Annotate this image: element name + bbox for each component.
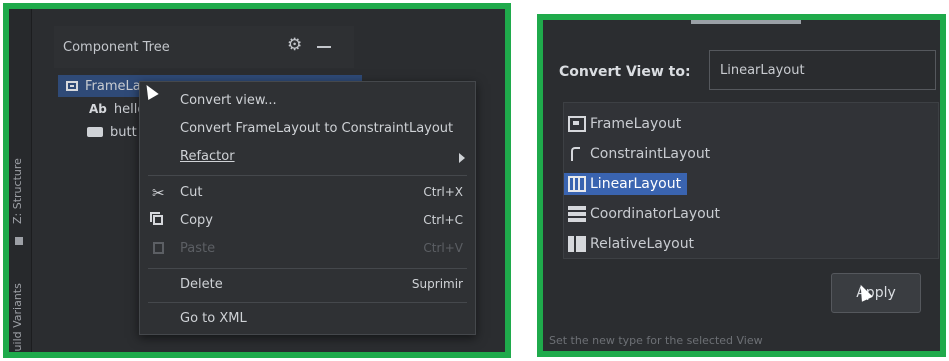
constraintlayout-icon bbox=[568, 146, 586, 162]
framelayout-icon bbox=[568, 116, 586, 132]
status-text: Set the new type for the selected View bbox=[549, 334, 763, 347]
menu-item-label: Copy bbox=[180, 213, 213, 228]
gear-icon[interactable]: ⚙ bbox=[287, 35, 302, 55]
linearlayout-icon bbox=[568, 176, 586, 192]
menu-separator bbox=[148, 175, 467, 176]
menu-item-label: Convert view... bbox=[180, 93, 277, 108]
menu-item-convert-view[interactable]: Convert view... bbox=[140, 88, 475, 114]
menu-item-shortcut: Ctrl+V bbox=[423, 241, 463, 255]
tree-item-label: FrameLa bbox=[85, 78, 141, 94]
submenu-arrow-icon bbox=[459, 153, 465, 163]
menu-item-label: Cut bbox=[180, 185, 203, 200]
menu-separator bbox=[148, 302, 467, 303]
list-item-relativelayout[interactable]: RelativeLayout bbox=[564, 233, 700, 255]
button-icon bbox=[87, 127, 103, 137]
convert-view-dialog: Convert View to: LinearLayout FrameLayou… bbox=[537, 14, 946, 357]
view-type-list: FrameLayout ConstraintLayout LinearLayou… bbox=[563, 102, 939, 259]
textview-icon: Ab bbox=[89, 102, 107, 116]
relativelayout-icon bbox=[568, 236, 586, 252]
build-variants-tab[interactable]: Build Variants bbox=[11, 283, 24, 352]
list-item-label: RelativeLayout bbox=[590, 236, 695, 252]
menu-item-shortcut: Suprimir bbox=[411, 277, 463, 291]
list-item-framelayout[interactable]: FrameLayout bbox=[564, 113, 687, 135]
structure-icon bbox=[15, 237, 23, 245]
coordinatorlayout-icon bbox=[568, 206, 586, 222]
component-tree-title: Component Tree bbox=[63, 40, 170, 55]
context-menu: Convert view... Convert FrameLayout to C… bbox=[139, 81, 476, 335]
menu-item-delete[interactable]: Delete Suprimir bbox=[140, 272, 475, 298]
dialog-title-strip bbox=[691, 20, 801, 24]
menu-item-label: Go to XML bbox=[180, 311, 247, 326]
menu-item-shortcut: Ctrl+C bbox=[423, 213, 463, 227]
framelayout-icon bbox=[66, 81, 78, 91]
list-item-label: FrameLayout bbox=[590, 116, 682, 132]
menu-item-shortcut: Ctrl+X bbox=[423, 185, 463, 199]
list-item-constraintlayout[interactable]: ConstraintLayout bbox=[564, 143, 716, 165]
minimize-icon[interactable] bbox=[317, 46, 331, 48]
component-tree-panel: Z: Structure Build Variants Component Tr… bbox=[3, 3, 511, 358]
component-tree-header: Component Tree ⚙ bbox=[54, 26, 354, 68]
menu-item-copy[interactable]: Copy Ctrl+C bbox=[140, 208, 475, 234]
menu-item-label: Refactor bbox=[180, 149, 235, 164]
menu-item-convert-to-constraintlayout[interactable]: Convert FrameLayout to ConstraintLayout bbox=[140, 116, 475, 142]
list-item-label: CoordinatorLayout bbox=[590, 206, 721, 222]
list-item-label: ConstraintLayout bbox=[590, 146, 711, 162]
tree-item-button[interactable]: butt bbox=[87, 121, 137, 143]
menu-item-refactor[interactable]: Refactor bbox=[140, 144, 475, 170]
tree-item-label: butt bbox=[110, 124, 137, 140]
menu-item-label: Delete bbox=[180, 277, 223, 292]
side-tool-strip: Z: Structure Build Variants bbox=[9, 9, 32, 352]
menu-item-cut[interactable]: ✂ Cut Ctrl+X bbox=[140, 180, 475, 206]
menu-separator bbox=[148, 268, 467, 269]
list-item-linearlayout[interactable]: LinearLayout bbox=[564, 173, 688, 195]
convert-view-input[interactable]: LinearLayout bbox=[709, 50, 936, 90]
list-item-label: LinearLayout bbox=[590, 176, 682, 192]
apply-button[interactable]: Apply bbox=[831, 273, 921, 313]
menu-item-go-to-xml[interactable]: Go to XML bbox=[140, 306, 475, 332]
menu-item-label: Paste bbox=[180, 241, 216, 256]
paste-icon bbox=[153, 242, 164, 254]
menu-item-paste: Paste Ctrl+V bbox=[140, 236, 475, 262]
scissors-icon: ✂ bbox=[152, 184, 165, 202]
convert-view-label: Convert View to: bbox=[559, 64, 691, 80]
menu-item-label: Convert FrameLayout to ConstraintLayout bbox=[180, 121, 454, 136]
list-item-coordinatorlayout[interactable]: CoordinatorLayout bbox=[564, 203, 726, 225]
copy-icon bbox=[150, 212, 163, 225]
tree-item-textview[interactable]: Ab hello bbox=[89, 98, 145, 120]
structure-tab[interactable]: Z: Structure bbox=[11, 158, 24, 224]
